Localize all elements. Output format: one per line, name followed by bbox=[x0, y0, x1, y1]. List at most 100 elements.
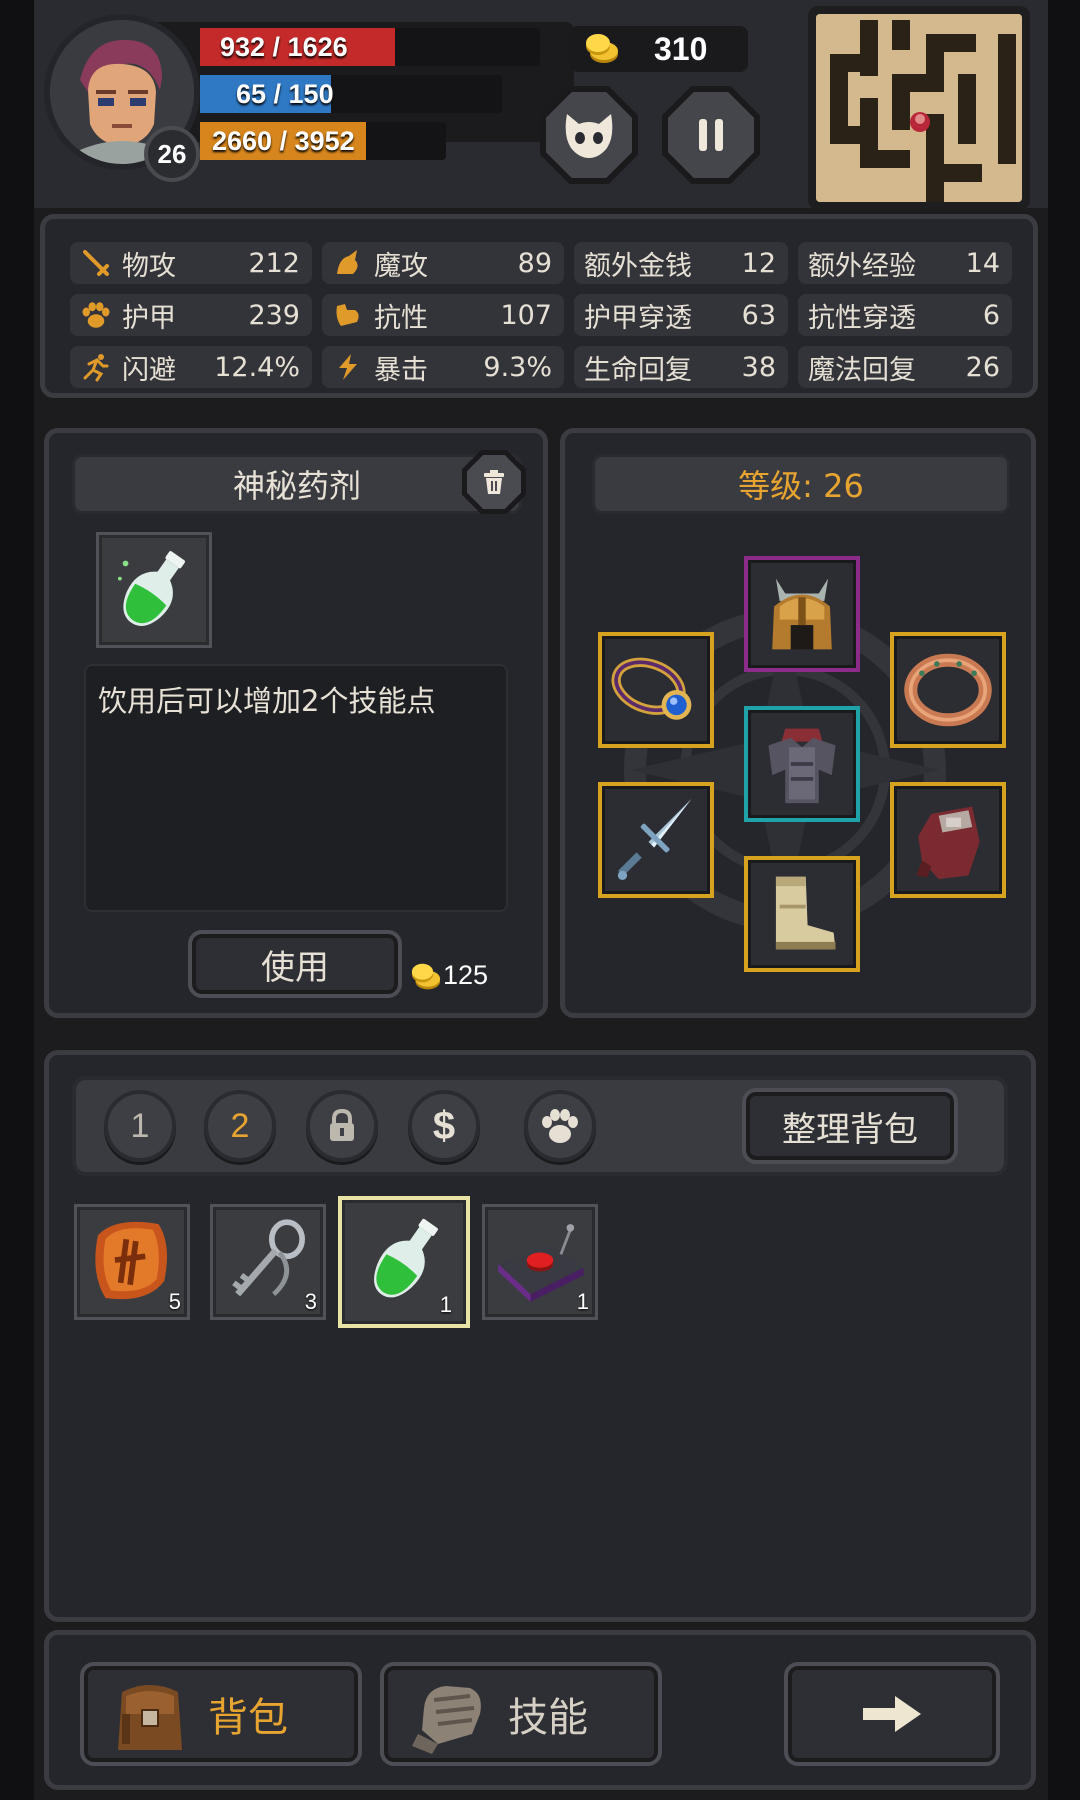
muscle-icon bbox=[328, 300, 368, 330]
stat-value: 63 bbox=[741, 299, 776, 331]
inventory-slot-detonator[interactable]: 1 bbox=[482, 1204, 598, 1320]
coin-icon bbox=[586, 34, 618, 63]
gold-display: 310 bbox=[570, 26, 748, 72]
magic-icon bbox=[328, 248, 368, 278]
left-frame bbox=[0, 0, 34, 1800]
stat-7: 抗性穿透 6 bbox=[798, 294, 1012, 336]
minimap[interactable] bbox=[808, 6, 1030, 210]
trash-icon bbox=[484, 470, 504, 494]
item-count: 1 bbox=[576, 1289, 589, 1314]
stat-value: 14 bbox=[965, 247, 1000, 279]
lock-icon bbox=[330, 1109, 354, 1141]
stat-6: 护甲穿透 63 bbox=[574, 294, 788, 336]
inventory-slot-rune[interactable]: 5 bbox=[74, 1204, 190, 1320]
stat-4: 护甲 239 bbox=[70, 294, 312, 336]
tab-page-2[interactable]: 2 bbox=[204, 1090, 276, 1162]
delete-item-button[interactable] bbox=[462, 450, 526, 514]
selected-item-preview bbox=[96, 532, 212, 648]
paw-icon bbox=[76, 300, 116, 330]
bolt-icon bbox=[328, 352, 368, 382]
item-description-box: 饮用后可以增加2个技能点 bbox=[84, 664, 508, 912]
ring-icon bbox=[611, 657, 692, 720]
stat-label: 额外经验 bbox=[808, 250, 916, 282]
stat-label: 闪避 bbox=[122, 354, 176, 386]
stat-value: 239 bbox=[248, 299, 300, 331]
gloves-slot[interactable] bbox=[890, 782, 1006, 898]
stat-1: 魔攻 89 bbox=[322, 242, 564, 284]
stat-label: 抗性 bbox=[374, 302, 428, 334]
inventory-slot-potion[interactable]: 1 bbox=[338, 1196, 470, 1328]
level-badge: 26 bbox=[144, 126, 200, 182]
stat-label: 生命回复 bbox=[584, 354, 692, 386]
arrow-right-icon bbox=[863, 1696, 921, 1732]
ring-left-slot[interactable] bbox=[598, 632, 714, 748]
stat-8: 闪避 12.4% bbox=[70, 346, 312, 388]
sort-bag-button[interactable]: 整理背包 bbox=[742, 1088, 958, 1164]
stat-value: 89 bbox=[517, 247, 552, 279]
mp-text: 65 / 150 bbox=[236, 78, 334, 109]
item-count: 5 bbox=[168, 1289, 181, 1314]
maze-map bbox=[816, 14, 1022, 202]
stat-label: 魔攻 bbox=[374, 250, 428, 282]
item-price: 125 bbox=[443, 960, 489, 990]
stat-value: 212 bbox=[248, 247, 300, 279]
next-button[interactable] bbox=[784, 1662, 1000, 1766]
stat-label: 护甲穿透 bbox=[584, 302, 692, 334]
stat-2: 额外金钱 12 bbox=[574, 242, 788, 284]
paw-icon bbox=[542, 1109, 578, 1143]
stat-value: 6 bbox=[982, 299, 1000, 331]
price-coin-icon bbox=[411, 963, 441, 990]
item-count: 3 bbox=[304, 1289, 317, 1314]
dagger-icon bbox=[617, 799, 692, 881]
ring-right-slot[interactable] bbox=[890, 632, 1006, 748]
mask-icon bbox=[565, 114, 613, 158]
weapon-slot[interactable] bbox=[598, 782, 714, 898]
stat-label: 魔法回复 bbox=[808, 354, 916, 386]
boots-slot[interactable] bbox=[744, 856, 860, 972]
stat-label: 额外金钱 bbox=[584, 250, 692, 282]
tab-pet[interactable] bbox=[524, 1090, 596, 1162]
tab-page-1[interactable]: 1 bbox=[104, 1090, 176, 1162]
stat-label: 护甲 bbox=[122, 302, 176, 334]
bag-button[interactable]: 背包 bbox=[80, 1662, 362, 1766]
green-potion-icon bbox=[117, 551, 185, 626]
use-button[interactable]: 使用 bbox=[188, 930, 402, 998]
stat-11: 魔法回复 26 bbox=[798, 346, 1012, 388]
tab-sell[interactable]: $ bbox=[408, 1090, 480, 1162]
stat-value: 26 bbox=[965, 351, 1000, 383]
gloves-icon bbox=[916, 806, 980, 880]
tab-locked[interactable] bbox=[306, 1090, 378, 1162]
bag-label: 背包 bbox=[208, 1695, 288, 1741]
gold-value: 310 bbox=[654, 30, 708, 67]
character-level: 等级: 26 bbox=[592, 454, 1010, 514]
stat-label: 暴击 bbox=[374, 354, 428, 386]
stat-9: 暴击 9.3% bbox=[322, 346, 564, 388]
helmet-slot[interactable] bbox=[744, 556, 860, 672]
xp-text: 2660 / 3952 bbox=[212, 125, 355, 156]
armor-slot[interactable] bbox=[744, 706, 860, 822]
mp-bar: 65 / 150 bbox=[200, 75, 502, 113]
pause-button[interactable] bbox=[662, 86, 760, 184]
stat-0: 物攻 212 bbox=[70, 242, 312, 284]
pause-icon bbox=[699, 119, 723, 151]
skill-label: 技能 bbox=[508, 1695, 588, 1741]
xp-bar: 2660 / 3952 bbox=[200, 122, 446, 160]
helmet-icon bbox=[772, 578, 832, 650]
stat-value: 9.3% bbox=[483, 351, 552, 383]
stat-3: 额外经验 14 bbox=[798, 242, 1012, 284]
skill-button[interactable]: 技能 bbox=[380, 1662, 662, 1766]
hp-bar: 932 / 1626 bbox=[200, 28, 540, 66]
inventory-slot-key[interactable]: 3 bbox=[210, 1204, 326, 1320]
stat-10: 生命回复 38 bbox=[574, 346, 788, 388]
stat-value: 107 bbox=[500, 299, 552, 331]
item-count: 1 bbox=[439, 1292, 452, 1317]
armor-icon bbox=[768, 728, 836, 804]
run-icon bbox=[76, 352, 116, 382]
hp-text: 932 / 1626 bbox=[220, 31, 348, 62]
sword-icon bbox=[76, 248, 116, 278]
item-title: 神秘药剂 bbox=[72, 454, 522, 514]
backpack-icon bbox=[118, 1685, 182, 1750]
stat-value: 12.4% bbox=[214, 351, 300, 383]
boots-icon bbox=[775, 876, 836, 950]
pet-button[interactable] bbox=[540, 86, 638, 184]
